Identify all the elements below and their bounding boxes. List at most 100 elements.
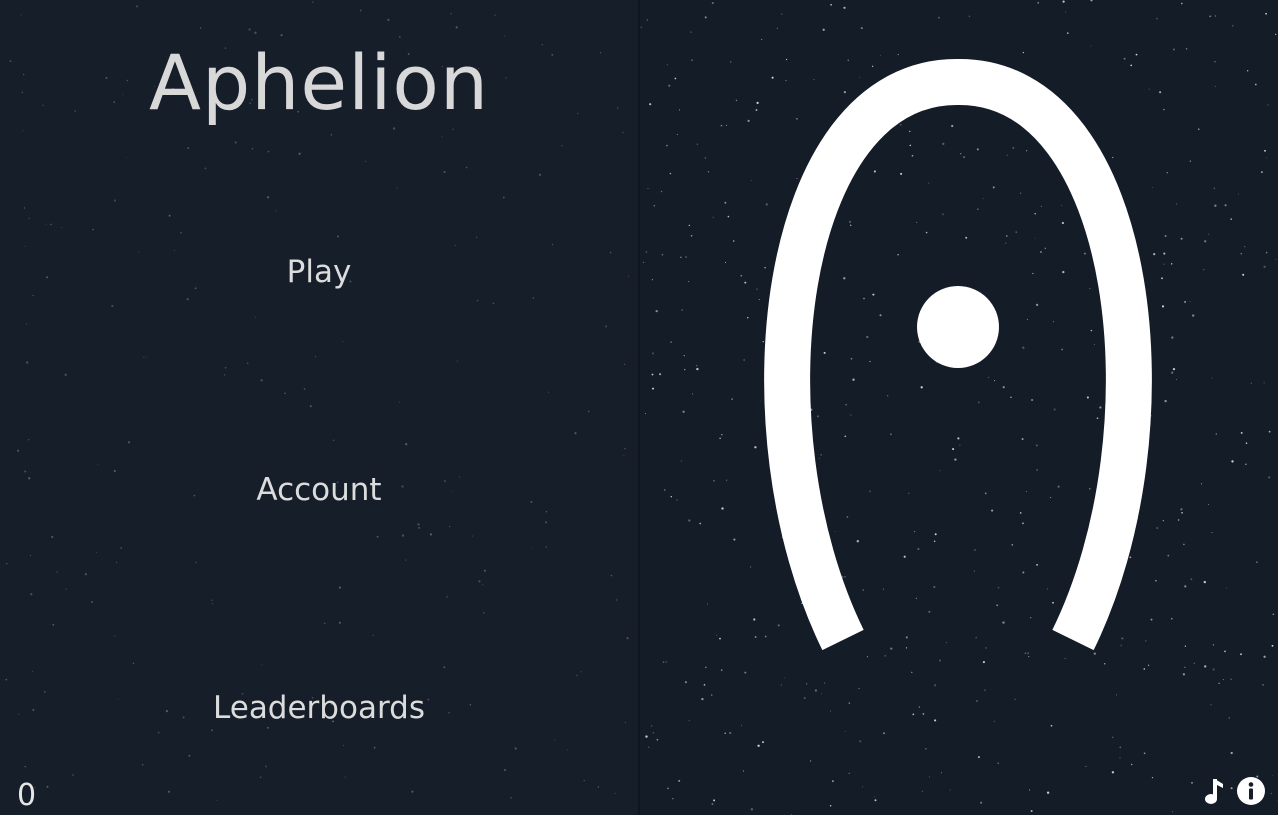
star <box>342 341 344 343</box>
star <box>259 776 262 779</box>
star <box>626 636 629 640</box>
star <box>338 621 341 624</box>
star <box>532 297 535 299</box>
star <box>248 28 251 31</box>
star <box>116 561 118 563</box>
star <box>50 223 52 226</box>
star <box>45 224 47 226</box>
star <box>120 547 123 549</box>
score-counter: 0 <box>17 778 37 813</box>
star <box>246 362 249 365</box>
star <box>275 210 277 212</box>
star <box>396 187 398 189</box>
star <box>136 5 138 8</box>
star <box>52 623 55 626</box>
star <box>476 299 479 302</box>
star <box>376 535 379 538</box>
star <box>64 373 67 376</box>
star <box>261 664 263 666</box>
leaderboards-button-label: Leaderboards <box>213 690 425 726</box>
star <box>545 546 547 548</box>
star <box>545 521 548 524</box>
star <box>504 35 506 37</box>
star <box>449 525 451 528</box>
star <box>364 160 366 162</box>
star <box>566 749 568 751</box>
star <box>336 235 340 238</box>
star <box>545 510 548 513</box>
star <box>443 666 446 669</box>
star <box>17 449 20 452</box>
star <box>65 588 67 590</box>
star <box>195 561 197 564</box>
star <box>187 147 190 150</box>
star <box>61 227 63 228</box>
star <box>138 251 140 253</box>
music-note-icon[interactable] <box>1199 776 1229 806</box>
star <box>314 356 317 358</box>
star <box>23 207 26 209</box>
star <box>20 14 22 16</box>
star <box>72 774 74 776</box>
star <box>483 612 485 614</box>
star <box>456 360 458 362</box>
star <box>26 361 29 364</box>
star <box>204 167 207 170</box>
star <box>28 217 30 219</box>
star <box>478 580 481 583</box>
star <box>6 562 8 565</box>
star <box>622 131 624 134</box>
star <box>330 133 333 136</box>
star <box>84 573 88 576</box>
star <box>623 455 625 457</box>
star <box>280 33 283 37</box>
play-button[interactable]: Play <box>0 254 638 290</box>
star <box>450 12 452 15</box>
planet <box>917 286 999 368</box>
star <box>180 231 182 234</box>
star <box>503 768 507 772</box>
star <box>96 552 98 554</box>
star <box>27 439 30 441</box>
star <box>298 152 301 155</box>
star <box>576 674 578 677</box>
star <box>494 14 496 16</box>
star <box>199 27 202 29</box>
star <box>510 797 512 799</box>
orbit-scene <box>764 58 1152 651</box>
star <box>30 554 32 557</box>
star <box>443 170 446 174</box>
star <box>143 356 145 358</box>
star <box>454 244 456 246</box>
star <box>502 196 505 199</box>
star <box>373 746 376 749</box>
star <box>46 785 49 788</box>
star <box>417 523 420 526</box>
star <box>188 754 191 757</box>
star <box>392 127 396 130</box>
star <box>168 214 171 217</box>
star <box>455 26 458 29</box>
star <box>587 410 590 413</box>
star <box>56 571 58 573</box>
star <box>342 744 344 747</box>
leaderboards-button[interactable]: Leaderboards <box>0 690 638 726</box>
star <box>372 634 375 637</box>
account-button[interactable]: Account <box>0 472 638 508</box>
star <box>24 246 26 248</box>
star <box>111 304 114 308</box>
star <box>610 574 613 577</box>
star <box>24 765 26 768</box>
star <box>446 596 448 598</box>
star <box>514 747 517 750</box>
star <box>224 366 227 369</box>
info-icon[interactable] <box>1236 776 1266 806</box>
star <box>399 401 401 403</box>
star <box>323 622 326 625</box>
star <box>92 228 94 231</box>
star <box>260 379 263 382</box>
star <box>309 405 312 408</box>
star <box>344 776 346 778</box>
star <box>125 157 127 159</box>
game-title: Aphelion <box>148 38 490 127</box>
